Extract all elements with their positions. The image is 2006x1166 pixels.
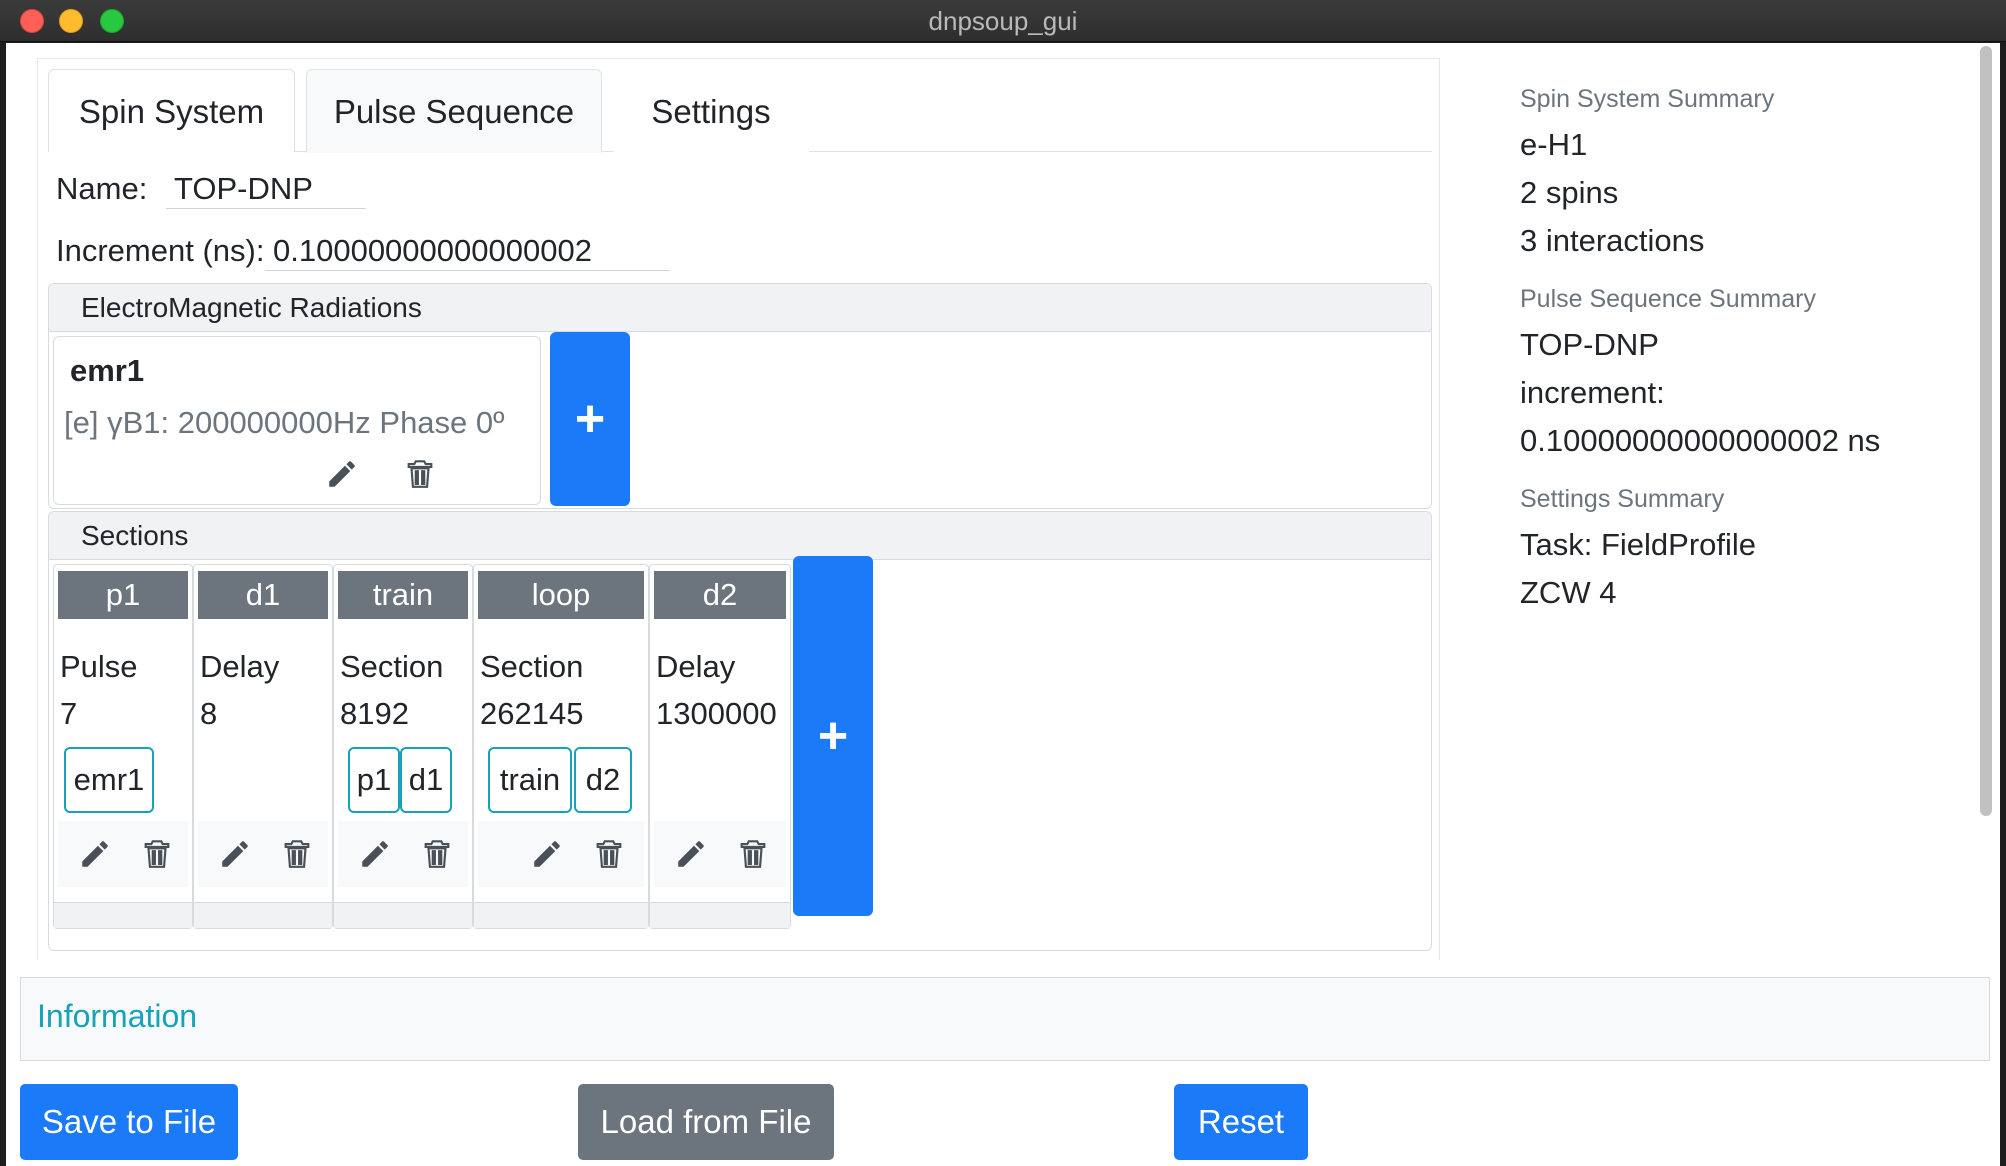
main-scroll-pane: Spin System Pulse Sequence Settings Name… [37, 58, 1440, 960]
section-footer [54, 902, 192, 928]
increment-input[interactable] [265, 231, 670, 271]
section-footer [334, 902, 472, 928]
reset-button[interactable]: Reset [1174, 1084, 1308, 1160]
trash-icon [284, 840, 310, 868]
spin-summary-line: 3 interactions [1520, 223, 1705, 258]
section-type: Section [480, 649, 584, 684]
emr-card-header: ElectroMagnetic Radiations [49, 284, 1431, 332]
section-child-chip[interactable]: d1 [400, 747, 452, 813]
section-child-chip[interactable]: train [488, 747, 572, 813]
pencil-icon [329, 461, 355, 487]
section-type: Delay [656, 649, 736, 684]
spin-system-summary-label: Spin System Summary [1520, 85, 1775, 113]
pencil-icon [534, 841, 560, 867]
tab-pulse-sequence[interactable]: Pulse Sequence [306, 69, 602, 153]
add-section-button[interactable]: + [793, 556, 873, 916]
section-value: 1300000 [656, 696, 777, 731]
pencil-icon [678, 841, 704, 867]
section-type: Delay [200, 649, 280, 684]
information-label: Information [37, 998, 198, 1034]
section-child-chip[interactable]: p1 [348, 747, 400, 813]
settings-summary-line: Task: FieldProfile [1520, 527, 1757, 562]
trash-icon [596, 840, 622, 868]
tab-spin-system[interactable]: Spin System [48, 69, 295, 152]
add-emr-button[interactable]: + [550, 332, 630, 506]
section-value: 7 [60, 696, 78, 731]
tab-settings[interactable]: Settings [613, 69, 809, 152]
trash-icon [424, 840, 450, 868]
section-name: loop [478, 571, 644, 619]
section-type: Section [340, 649, 444, 684]
pulse-summary-line: 0.10000000000000002 ns [1520, 423, 1881, 458]
delete-emr-button[interactable] [395, 449, 445, 499]
edit-section-button[interactable] [210, 829, 260, 879]
section-item: loop Section 262145 train d2 [473, 564, 649, 929]
delete-section-button[interactable] [584, 829, 634, 879]
section-item: train Section 8192 p1 d1 [333, 564, 473, 929]
section-child-chip[interactable]: emr1 [64, 747, 154, 813]
settings-summary-label: Settings Summary [1520, 485, 1725, 513]
section-actions [58, 821, 188, 887]
edit-emr-button[interactable] [317, 449, 367, 499]
tab-bar: Spin System Pulse Sequence Settings [48, 69, 1432, 153]
sections-card-header: Sections [49, 512, 1431, 560]
section-type: Pulse [60, 649, 138, 684]
pulse-summary-line: TOP-DNP [1520, 327, 1659, 362]
section-actions [338, 821, 468, 887]
trash-icon [740, 840, 766, 868]
section-value: 8192 [340, 696, 409, 731]
window-title: dnpsoup_gui [928, 6, 1078, 36]
spin-summary-line: e-H1 [1520, 127, 1588, 162]
edit-section-button[interactable] [70, 829, 120, 879]
pencil-icon [222, 841, 248, 867]
trash-icon [144, 840, 170, 868]
section-name: p1 [58, 571, 188, 619]
window-titlebar: dnpsoup_gui [0, 0, 2006, 42]
section-footer [650, 902, 790, 928]
sections-card: Sections p1 Pulse 7 emr1 d1 Delay 8 trai… [48, 511, 1432, 951]
section-name: d2 [654, 571, 786, 619]
section-actions [654, 821, 786, 887]
spin-summary-line: 2 spins [1520, 175, 1619, 210]
section-value: 8 [200, 696, 218, 731]
settings-summary-line: ZCW 4 [1520, 575, 1617, 610]
section-actions [478, 821, 644, 887]
name-label: Name: [56, 171, 148, 206]
section-item: d2 Delay 1300000 [649, 564, 791, 929]
section-name: d1 [198, 571, 328, 619]
scrollbar-thumb[interactable] [1980, 46, 1992, 816]
delete-section-button[interactable] [132, 829, 182, 879]
app-client-area: Spin System Pulse Sequence Settings Name… [6, 43, 2000, 1166]
pulse-sequence-summary-label: Pulse Sequence Summary [1520, 285, 1816, 313]
edit-section-button[interactable] [350, 829, 400, 879]
section-footer [474, 902, 648, 928]
emr-card: ElectroMagnetic Radiations emr1 [e] γB1:… [48, 283, 1432, 509]
section-footer [194, 902, 332, 928]
information-panel: Information [20, 977, 1990, 1061]
section-item: p1 Pulse 7 emr1 [53, 564, 193, 929]
save-to-file-button[interactable]: Save to File [20, 1084, 238, 1160]
section-child-chip[interactable]: d2 [574, 747, 632, 813]
name-input[interactable] [166, 169, 366, 209]
emr-item: emr1 [e] γB1: 200000000Hz Phase 0º [53, 336, 541, 505]
increment-label: Increment (ns): [56, 233, 265, 268]
pulse-summary-line: increment: [1520, 375, 1665, 410]
delete-section-button[interactable] [728, 829, 778, 879]
section-item: d1 Delay 8 [193, 564, 333, 929]
section-actions [198, 821, 328, 887]
trash-icon [407, 460, 433, 488]
delete-section-button[interactable] [412, 829, 462, 879]
pencil-icon [362, 841, 388, 867]
load-from-file-button[interactable]: Load from File [578, 1084, 834, 1160]
delete-section-button[interactable] [272, 829, 322, 879]
emr-item-description: [e] γB1: 200000000Hz Phase 0º [64, 405, 505, 440]
edit-section-button[interactable] [666, 829, 716, 879]
emr-item-name: emr1 [70, 353, 145, 388]
section-name: train [338, 571, 468, 619]
pencil-icon [82, 841, 108, 867]
edit-section-button[interactable] [522, 829, 572, 879]
section-value: 262145 [480, 696, 584, 731]
